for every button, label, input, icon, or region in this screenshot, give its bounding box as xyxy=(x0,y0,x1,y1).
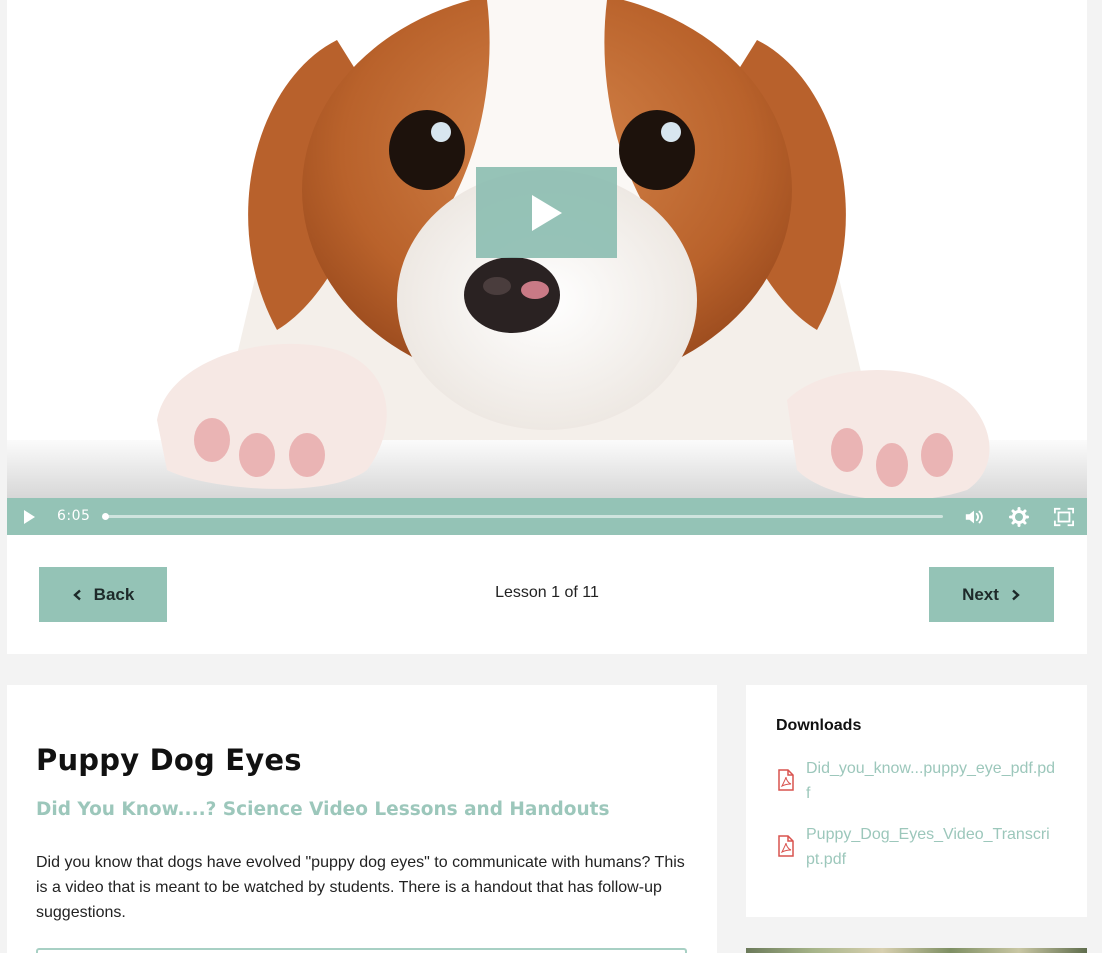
play-icon xyxy=(531,194,562,231)
play-button[interactable] xyxy=(9,498,49,535)
next-button[interactable]: Next xyxy=(929,567,1054,622)
downloads-heading: Downloads xyxy=(776,717,862,734)
gear-icon xyxy=(1009,506,1029,527)
settings-button[interactable] xyxy=(999,498,1039,535)
download-file-name: Did_you_know...puppy_eye_pdf.pdf xyxy=(806,760,1056,802)
pdf-file-icon xyxy=(778,769,794,791)
progress-handle[interactable] xyxy=(102,513,109,520)
video-card: 6:05 Back Lesson 1 of 11 Next xyxy=(7,0,1087,654)
download-file-name: Puppy_Dog_Eyes_Video_Transcript.pdf xyxy=(806,826,1050,868)
download-link[interactable]: Puppy_Dog_Eyes_Video_Transcript.pdf xyxy=(776,822,1066,872)
downloads-panel: Downloads Did_you_know...puppy_eye_pdf.p… xyxy=(746,685,1087,917)
play-icon xyxy=(24,509,35,524)
lesson-counter: Lesson 1 of 11 xyxy=(495,584,599,601)
big-play-button[interactable] xyxy=(476,167,617,258)
download-link[interactable]: Did_you_know...puppy_eye_pdf.pdf xyxy=(776,756,1066,806)
related-thumbnail[interactable] xyxy=(746,948,1087,953)
lesson-navigation: Back Lesson 1 of 11 Next xyxy=(7,535,1087,654)
fullscreen-button[interactable] xyxy=(1044,498,1084,535)
current-time: 6:05 xyxy=(57,508,91,524)
volume-button[interactable] xyxy=(954,498,994,535)
content-box xyxy=(36,948,687,953)
fullscreen-icon xyxy=(1054,507,1074,526)
pdf-file-icon xyxy=(778,835,794,857)
video-player[interactable]: 6:05 xyxy=(7,0,1087,535)
volume-icon xyxy=(965,510,983,523)
chevron-right-icon xyxy=(1012,589,1020,600)
lesson-description: Did you know that dogs have evolved "pup… xyxy=(36,854,685,921)
lesson-subtitle: Did You Know....? Science Video Lessons … xyxy=(36,799,610,820)
page-title: Puppy Dog Eyes xyxy=(36,743,302,777)
lesson-content-card: Puppy Dog Eyes Did You Know....? Science… xyxy=(7,685,717,953)
next-button-label: Next xyxy=(962,584,999,604)
progress-bar[interactable] xyxy=(102,513,943,520)
video-controls: 6:05 xyxy=(7,498,1087,535)
